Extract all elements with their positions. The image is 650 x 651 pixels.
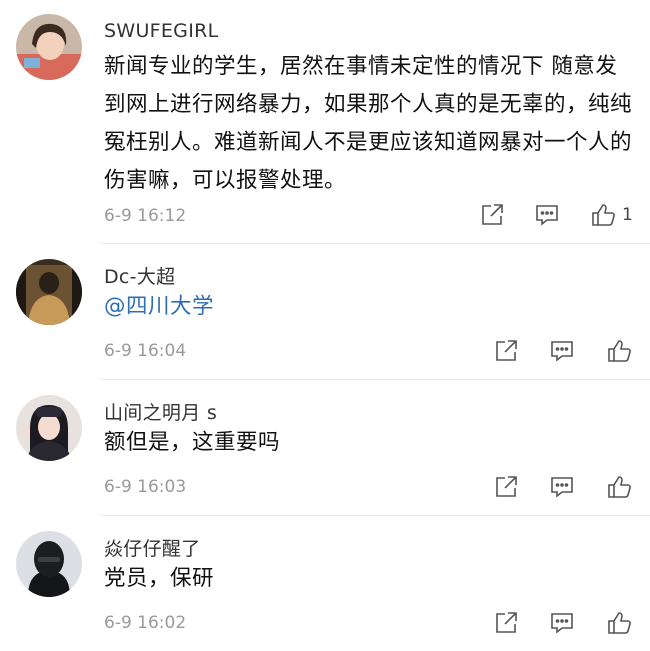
mention-link[interactable]: @四川大学 [104,288,634,326]
avatar[interactable] [16,395,82,461]
comment-text: 额但是，这重要吗 [104,430,281,455]
username[interactable]: Dc-大超 [104,262,175,289]
username[interactable]: 焱仔仔醒了 [104,534,201,561]
comment-item: SWUFEGIRL 新闻专业的学生，居然在事情未定性的情况下 随意发到网上进行网… [0,0,650,245]
comment-icon[interactable] [549,338,575,364]
timestamp: 6-9 16:02 [104,613,187,633]
like-icon[interactable] [590,202,616,228]
avatar[interactable] [16,259,82,325]
comment-item: Dc-大超 @四川大学 6-9 16:04 [0,245,650,380]
avatar[interactable] [16,531,82,597]
like-icon[interactable] [606,474,632,500]
timestamp: 6-9 16:03 [104,477,187,497]
username[interactable]: SWUFEGIRL [104,20,219,42]
like-icon[interactable] [606,338,632,364]
timestamp: 6-9 16:04 [104,341,187,361]
comment-item: 焱仔仔醒了 党员，保研 6-9 16:02 [0,517,650,651]
divider [100,379,650,380]
comment-icon[interactable] [534,202,560,228]
avatar[interactable] [16,14,82,80]
comment-icon[interactable] [549,610,575,636]
username[interactable]: 山间之明月 s [104,398,217,425]
share-icon[interactable] [493,474,519,500]
divider [100,515,650,516]
comment-text: 党员，保研 [104,566,215,591]
like-icon[interactable] [606,610,632,636]
timestamp: 6-9 16:12 [104,206,187,226]
share-icon[interactable] [493,610,519,636]
divider [100,243,650,244]
like-count: 1 [622,205,633,225]
comment-text: 新闻专业的学生，居然在事情未定性的情况下 随意发到网上进行网络暴力，如果那个人真… [104,54,633,193]
comment-icon[interactable] [549,474,575,500]
share-icon[interactable] [479,202,505,228]
share-icon[interactable] [493,338,519,364]
comment-item: 山间之明月 s 额但是，这重要吗 6-9 16:03 [0,381,650,516]
